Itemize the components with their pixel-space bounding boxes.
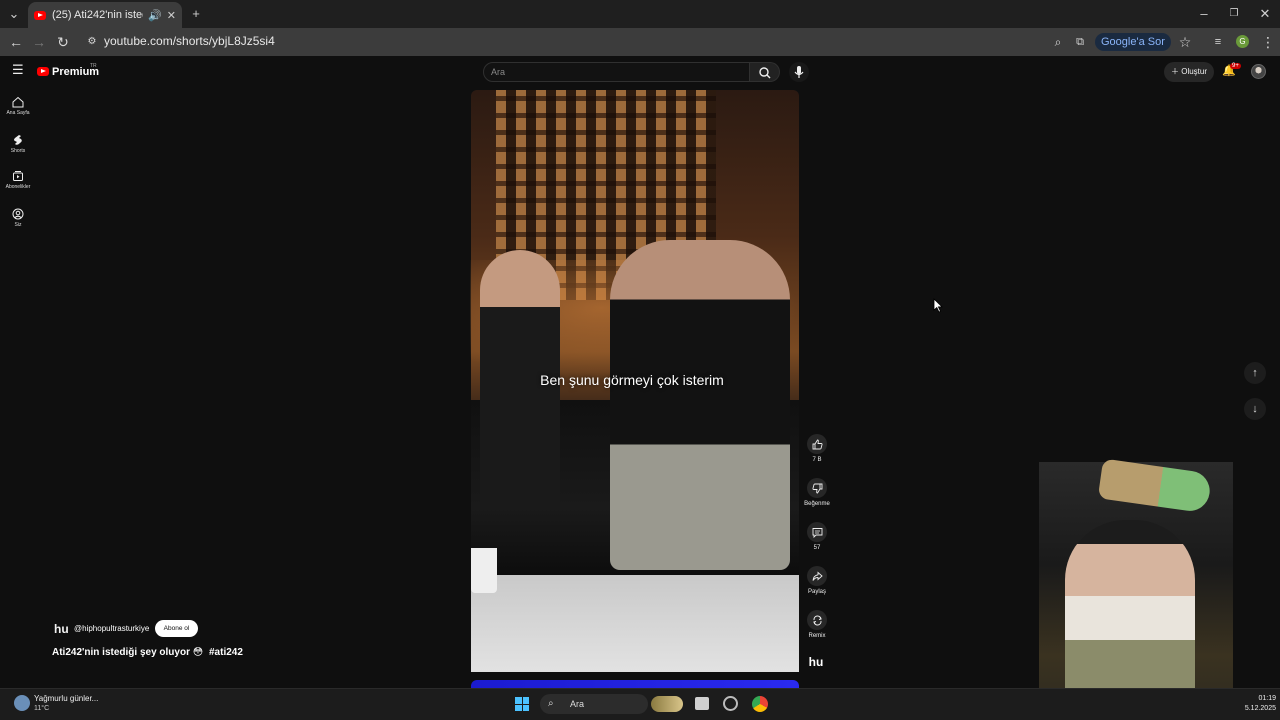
remix-button[interactable]: Remix bbox=[803, 610, 831, 639]
screen-share-icon[interactable]: ⧉ bbox=[1068, 28, 1092, 56]
zoom-icon[interactable]: ⌕ bbox=[1046, 28, 1070, 56]
comment-count: 57 bbox=[813, 545, 821, 551]
region-code: TR bbox=[90, 63, 97, 69]
reload-icon[interactable]: ↻ bbox=[51, 28, 75, 56]
share-button[interactable]: Paylaş bbox=[803, 566, 831, 595]
dislike-label: Beğenme bbox=[804, 501, 830, 507]
thumbs-up-icon bbox=[812, 439, 823, 449]
restore-icon[interactable]: ❐ bbox=[1220, 0, 1248, 28]
back-icon[interactable]: ← bbox=[4, 28, 28, 56]
new-tab-icon[interactable]: + bbox=[182, 0, 210, 28]
speaker-icon[interactable]: 🔊 bbox=[148, 9, 162, 22]
home-icon bbox=[12, 96, 24, 108]
plus-icon: ＋ bbox=[1170, 67, 1179, 76]
weather-icon[interactable] bbox=[14, 695, 30, 711]
media-controls-icon[interactable]: ≡ bbox=[1206, 28, 1230, 56]
arrow-up-icon: ↑ bbox=[1252, 367, 1258, 379]
comment-icon bbox=[812, 527, 822, 538]
forward-icon[interactable]: → bbox=[27, 28, 51, 56]
file-explorer-icon[interactable] bbox=[695, 697, 709, 710]
account-avatar[interactable] bbox=[1251, 64, 1266, 79]
create-label: Oluştur bbox=[1181, 67, 1208, 76]
search-icon bbox=[759, 67, 771, 79]
search-button[interactable] bbox=[750, 62, 780, 82]
comments-button[interactable]: 57 bbox=[803, 522, 831, 551]
channel-avatar-small[interactable]: hu bbox=[807, 655, 825, 669]
next-short-preview[interactable] bbox=[471, 680, 799, 688]
remix-label: Remix bbox=[808, 633, 826, 639]
clock-time: 01:19 bbox=[1258, 695, 1276, 702]
subscribe-button[interactable]: Abone ol bbox=[155, 620, 198, 637]
address-bar[interactable]: youtube.com/shorts/ybjL8Jz5si4 bbox=[104, 34, 275, 48]
video-title: Ati242'nin istediği şey oluyor 😳 bbox=[52, 647, 204, 658]
browser-menu-icon[interactable]: ⋮ bbox=[1256, 28, 1280, 56]
dislike-button[interactable]: Beğenme bbox=[803, 478, 831, 507]
thumbs-down-icon bbox=[811, 483, 822, 493]
arrow-down-icon: ↓ bbox=[1252, 403, 1258, 415]
obs-icon[interactable] bbox=[723, 696, 738, 711]
channel-name[interactable]: @hiphopultrasturkiye bbox=[74, 624, 149, 633]
hamburger-menu-icon[interactable]: ☰ bbox=[12, 62, 24, 78]
sidebar-item-subscriptions[interactable]: Abonelikler bbox=[2, 170, 34, 190]
system-clock[interactable]: 01:19 5.12.2025 bbox=[1232, 694, 1276, 714]
like-count: 7 B bbox=[812, 457, 822, 463]
browser-tab[interactable]: (25) Ati242'nin istediği şey 🔊 ✕ bbox=[28, 2, 182, 28]
remix-icon bbox=[812, 615, 822, 625]
search-input[interactable]: Ara bbox=[483, 62, 750, 82]
search-icon: ⌕ bbox=[548, 698, 554, 709]
mouse-cursor-icon bbox=[933, 298, 943, 313]
windows-start-icon[interactable] bbox=[515, 697, 529, 711]
tab-title: (25) Ati242'nin istediği şey bbox=[52, 9, 143, 21]
clock-date: 5.12.2025 bbox=[1244, 705, 1276, 712]
previous-short-button[interactable]: ↑ bbox=[1244, 362, 1266, 384]
share-label: Paylaş bbox=[807, 589, 826, 595]
share-icon bbox=[812, 571, 823, 581]
chrome-taskbar-icon[interactable] bbox=[752, 696, 768, 712]
sidebar-item-label: Shorts bbox=[10, 148, 26, 154]
sidebar-item-label: Ana Sayfa bbox=[6, 110, 30, 116]
bookmark-star-icon[interactable]: ☆ bbox=[1173, 28, 1197, 56]
mic-icon bbox=[794, 66, 804, 78]
tab-search-chevron-icon[interactable]: ⌄ bbox=[0, 0, 28, 28]
taskbar-search-label: Ara bbox=[570, 699, 585, 709]
youtube-logo-icon[interactable] bbox=[37, 67, 49, 76]
sidebar-item-label: Abonelikler bbox=[5, 184, 31, 190]
subscriptions-icon bbox=[13, 171, 23, 181]
ask-google-button[interactable]: Google'a Sor bbox=[1095, 33, 1171, 51]
window-close-icon[interactable]: ✕ bbox=[1251, 0, 1279, 28]
sidebar-item-you[interactable]: Siz bbox=[2, 208, 34, 228]
minimize-icon[interactable]: – bbox=[1190, 0, 1218, 28]
person-right bbox=[610, 240, 790, 570]
paper-cup bbox=[471, 548, 497, 593]
you-icon bbox=[12, 208, 24, 220]
video-caption: Ben şunu görmeyi çok isterim bbox=[540, 372, 724, 388]
notification-count-badge: 9+ bbox=[1230, 63, 1241, 69]
taskbar-search[interactable]: ⌕ Ara bbox=[540, 694, 648, 714]
profile-avatar[interactable]: G bbox=[1236, 35, 1249, 48]
like-button[interactable]: 7 B bbox=[803, 434, 831, 463]
hashtag-link[interactable]: #ati242 bbox=[209, 647, 243, 658]
sidebar-item-label: Siz bbox=[14, 222, 22, 228]
close-tab-icon[interactable]: ✕ bbox=[167, 9, 176, 22]
create-button[interactable]: ＋ Oluştur bbox=[1164, 62, 1214, 82]
sidebar-item-home[interactable]: Ana Sayfa bbox=[2, 96, 34, 116]
next-short-button[interactable]: ↓ bbox=[1244, 398, 1266, 420]
sidebar-item-shorts[interactable]: Shorts bbox=[2, 134, 34, 154]
youtube-favicon-icon bbox=[34, 10, 46, 20]
widget-icon[interactable] bbox=[651, 696, 683, 712]
white-table bbox=[471, 575, 799, 672]
shorts-icon bbox=[14, 135, 22, 145]
voice-search-button[interactable] bbox=[789, 62, 809, 82]
site-info-icon[interactable]: ⚙ bbox=[80, 28, 104, 56]
weather-title[interactable]: Yağmurlu günler... bbox=[34, 694, 98, 703]
weather-temperature: 11°C bbox=[34, 705, 50, 712]
channel-logo-icon[interactable]: hu bbox=[54, 622, 69, 636]
